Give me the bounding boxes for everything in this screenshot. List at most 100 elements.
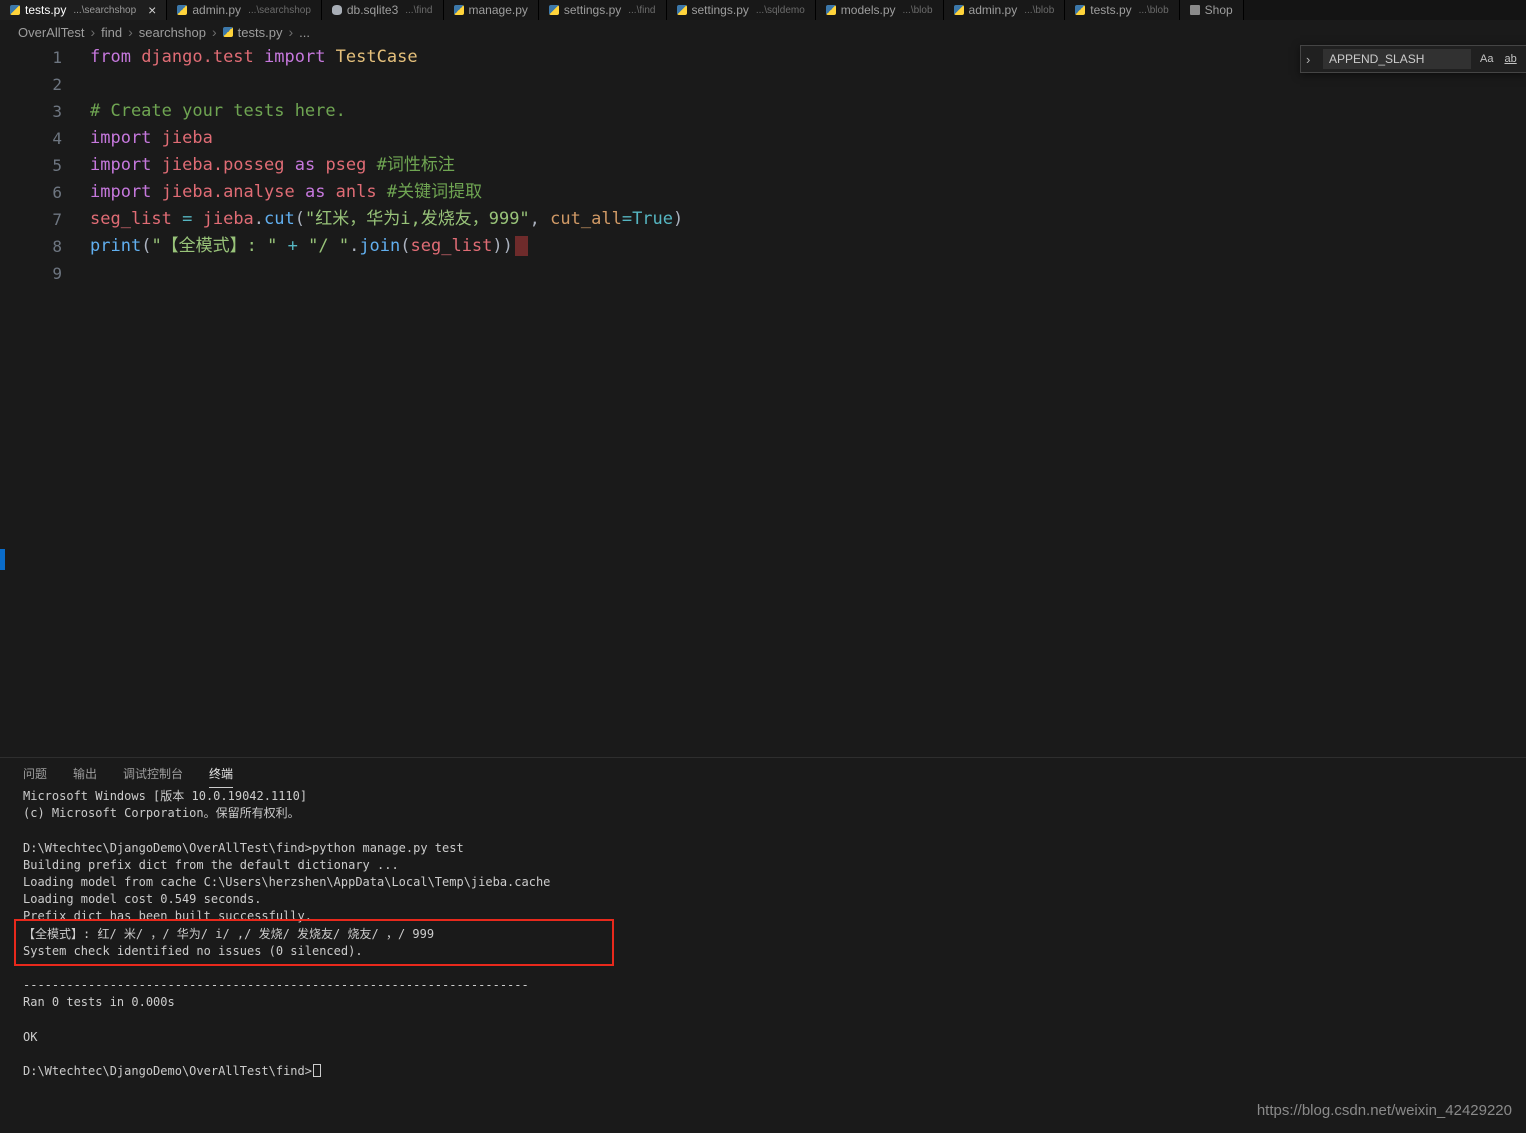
tab-desc: ...\find (628, 5, 655, 16)
python-icon (826, 5, 836, 15)
line-number: 5 (0, 152, 62, 179)
panel: 问题输出调试控制台终端 Microsoft Windows [版本 10.0.1… (0, 757, 1526, 1133)
python-icon (177, 5, 187, 15)
activity-marker (0, 549, 5, 570)
code-text (62, 71, 90, 98)
tab-models.py[interactable]: models.py...\blob (816, 0, 944, 20)
find-input[interactable]: APPEND_SLASH (1323, 49, 1471, 69)
terminal-line: Ran 0 tests in 0.000s (23, 994, 1526, 1011)
code-line[interactable]: 3# Create your tests here. (0, 98, 1526, 125)
tab-desc: ...\sqldemo (756, 5, 805, 16)
python-icon (223, 27, 233, 37)
breadcrumb-item[interactable]: find (101, 25, 122, 40)
terminal-line: Microsoft Windows [版本 10.0.19042.1110] (23, 788, 1526, 805)
code-text: seg_list = jieba.cut("红米，华为i,发烧友，999", c… (62, 206, 683, 233)
find-widget[interactable]: › APPEND_SLASH Aa ab (1300, 45, 1526, 73)
terminal-line: Prefix dict has been built successfully. (23, 908, 1526, 925)
watermark: https://blog.csdn.net/weixin_42429220 (1257, 1102, 1512, 1119)
line-number: 3 (0, 98, 62, 125)
python-icon (549, 5, 559, 15)
chevron-right-icon: › (212, 24, 217, 40)
tab-Shop[interactable]: Shop (1180, 0, 1244, 20)
terminal-line: D:\Wtechtec\DjangoDemo\OverAllTest\find> (23, 1063, 1526, 1080)
terminal-line: OK (23, 1029, 1526, 1046)
breadcrumb-item[interactable]: tests.py (223, 25, 283, 40)
code-line[interactable]: 5import jieba.posseg as pseg #词性标注 (0, 152, 1526, 179)
tab-label: tests.py (25, 3, 66, 17)
code-line[interactable]: 1from django.test import TestCase (0, 44, 1526, 71)
code-text: # Create your tests here. (62, 98, 346, 125)
code-line[interactable]: 8print("【全模式】: " + "/ ".join(seg_list)) (0, 233, 1526, 260)
tab-label: settings.py (692, 3, 749, 17)
panel-tab-终端[interactable]: 终端 (209, 759, 233, 788)
chevron-right-icon: › (288, 24, 293, 40)
tab-label: manage.py (469, 3, 528, 17)
tab-label: admin.py (192, 3, 241, 17)
terminal-line: System check identified no issues (0 sil… (23, 943, 1526, 960)
panel-tab-调试控制台[interactable]: 调试控制台 (123, 759, 183, 787)
terminal[interactable]: Microsoft Windows [版本 10.0.19042.1110](c… (23, 788, 1526, 1080)
tab-label: tests.py (1090, 3, 1131, 17)
tab-desc: ...\blob (1139, 5, 1169, 16)
tab-label: settings.py (564, 3, 621, 17)
terminal-line (23, 1046, 1526, 1063)
code-text: import jieba (62, 125, 213, 152)
tab-manage.py[interactable]: manage.py (444, 0, 539, 20)
tab-admin.py[interactable]: admin.py ...\searchshop (167, 0, 322, 20)
breadcrumb-item[interactable]: OverAllTest (18, 25, 84, 40)
breadcrumb-item[interactable]: ... (299, 25, 310, 40)
close-icon[interactable]: × (148, 4, 156, 16)
tab-tests.py[interactable]: tests.py ...\blob (1065, 0, 1179, 20)
line-number: 7 (0, 206, 62, 233)
tab-admin.py[interactable]: admin.py...\blob (944, 0, 1066, 20)
code-line[interactable]: 4import jieba (0, 125, 1526, 152)
panel-tabs: 问题输出调试控制台终端 (0, 758, 1526, 788)
python-icon (454, 5, 464, 15)
python-icon (954, 5, 964, 15)
panel-tab-输出[interactable]: 输出 (73, 759, 97, 787)
vscode-window: tests.py...\searchshop× admin.py ...\searc… (0, 0, 1526, 1133)
panel-tab-问题[interactable]: 问题 (23, 759, 47, 787)
code-text: import jieba.analyse as anls #关键词提取 (62, 179, 482, 206)
terminal-line: D:\Wtechtec\DjangoDemo\OverAllTest\find>… (23, 840, 1526, 857)
tab-db.sqlite3[interactable]: db.sqlite3 ...\find (322, 0, 444, 20)
code-text (62, 260, 90, 287)
breadcrumb-item[interactable]: searchshop (139, 25, 206, 40)
code-line[interactable]: 9 (0, 260, 1526, 287)
tab-bar: tests.py...\searchshop× admin.py ...\searc… (0, 0, 1526, 20)
terminal-line (23, 1012, 1526, 1029)
line-number: 9 (0, 260, 62, 287)
terminal-line: ----------------------------------------… (23, 977, 1526, 994)
block-cursor (515, 236, 528, 256)
terminal-cursor (313, 1064, 321, 1077)
tab-desc: ...\find (405, 5, 432, 16)
terminal-line: (c) Microsoft Corporation。保留所有权利。 (23, 805, 1526, 822)
terminal-line: Loading model cost 0.549 seconds. (23, 891, 1526, 908)
tab-tests.py[interactable]: tests.py...\searchshop× (0, 0, 167, 20)
db-icon (332, 5, 342, 15)
tab-settings.py[interactable]: settings.py ...\sqldemo (667, 0, 816, 20)
line-number: 2 (0, 71, 62, 98)
code-line[interactable]: 7seg_list = jieba.cut("红米，华为i,发烧友，999", … (0, 206, 1526, 233)
python-icon (10, 5, 20, 15)
tab-label: db.sqlite3 (347, 3, 398, 17)
code-text: from django.test import TestCase (62, 44, 418, 71)
tab-desc: ...\searchshop (248, 5, 311, 16)
code-text: print("【全模式】: " + "/ ".join(seg_list)) (62, 233, 528, 260)
python-icon (677, 5, 687, 15)
tab-desc: ...\blob (903, 5, 933, 16)
match-case-icon[interactable]: Aa (1478, 51, 1495, 67)
terminal-line: 【全模式】: 红/ 米/ ，/ 华为/ i/ ,/ 发烧/ 发烧友/ 烧友/ ，… (23, 926, 1526, 943)
file-icon (1190, 5, 1200, 15)
whole-word-icon[interactable]: ab (1502, 51, 1518, 67)
code-line[interactable]: 6import jieba.analyse as anls #关键词提取 (0, 179, 1526, 206)
chevron-right-icon[interactable]: › (1306, 52, 1316, 67)
terminal-line (23, 960, 1526, 977)
tab-settings.py[interactable]: settings.py ...\find (539, 0, 667, 20)
breadcrumb: OverAllTest›find›searchshop›tests.py›... (0, 20, 1526, 44)
tab-desc: ...\blob (1024, 5, 1054, 16)
line-number: 4 (0, 125, 62, 152)
editor[interactable]: 1from django.test import TestCase23# Cre… (0, 44, 1526, 757)
code-line[interactable]: 2 (0, 71, 1526, 98)
chevron-right-icon: › (90, 24, 95, 40)
